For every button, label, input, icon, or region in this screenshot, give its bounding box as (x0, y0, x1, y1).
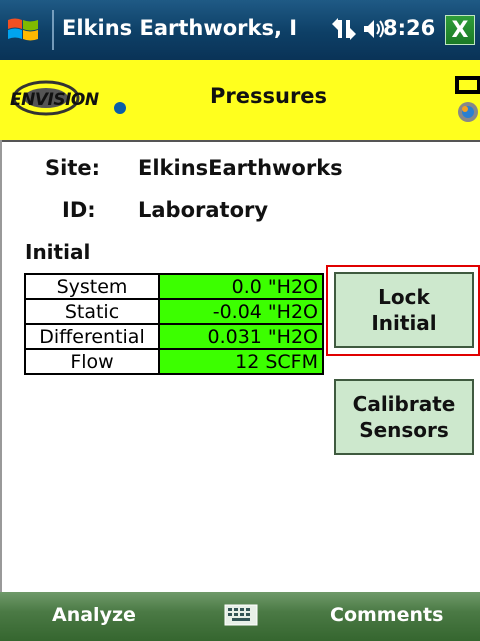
reading-value-flow: 12 SCFM (158, 348, 324, 375)
pressure-gauge-icon[interactable] (458, 102, 478, 122)
id-label: ID: (62, 198, 96, 222)
softkey-bar: Analyze Comments (0, 592, 480, 641)
site-value: ElkinsEarthworks (138, 156, 343, 180)
keyboard-icon[interactable] (224, 602, 258, 628)
reading-value-static: -0.04 "H2O (158, 298, 324, 325)
reading-name-flow: Flow (24, 348, 160, 375)
windows-start-icon[interactable] (6, 14, 40, 46)
calibrate-sensors-button[interactable]: Calibrate Sensors (334, 379, 474, 455)
header-icons (455, 76, 480, 122)
reading-name-differential: Differential (24, 323, 160, 350)
lock-button-line2: Initial (371, 311, 437, 335)
reading-name-static: Static (24, 298, 160, 325)
calibrate-button-line1: Calibrate (352, 392, 456, 416)
page-title: Pressures (210, 84, 328, 108)
analyze-softkey[interactable]: Analyze (52, 604, 136, 626)
left-border (0, 140, 2, 592)
reading-value-differential: 0.031 "H2O (158, 323, 324, 350)
pressure-readings-table: System 0.0 "H2O Static -0.04 "H2O Differ… (24, 273, 324, 375)
header-divider (0, 140, 480, 142)
logo-text: ENVISION (10, 90, 99, 110)
lock-initial-button[interactable]: Lock Initial (334, 272, 474, 348)
section-title-initial: Initial (25, 240, 91, 264)
reading-value-system: 0.0 "H2O (158, 273, 324, 300)
title-bar: Elkins Earthworks, I 8:26 X (0, 0, 480, 60)
id-value: Laboratory (138, 198, 269, 222)
table-row: System 0.0 "H2O (24, 273, 324, 300)
clock-time[interactable]: 8:26 (383, 16, 435, 40)
reading-name-system: System (24, 273, 160, 300)
table-row: Differential 0.031 "H2O (24, 323, 324, 350)
comments-softkey[interactable]: Comments (330, 604, 443, 626)
connectivity-icon[interactable] (332, 18, 356, 40)
close-button[interactable]: X (445, 15, 475, 45)
lock-button-line1: Lock (378, 285, 430, 309)
title-separator (52, 10, 54, 50)
window-title: Elkins Earthworks, I (62, 16, 298, 40)
volume-icon[interactable] (364, 20, 384, 38)
table-row: Flow 12 SCFM (24, 348, 324, 375)
battery-icon (455, 76, 480, 94)
calibrate-button-line2: Sensors (359, 418, 449, 442)
table-row: Static -0.04 "H2O (24, 298, 324, 325)
site-label: Site: (45, 156, 101, 180)
